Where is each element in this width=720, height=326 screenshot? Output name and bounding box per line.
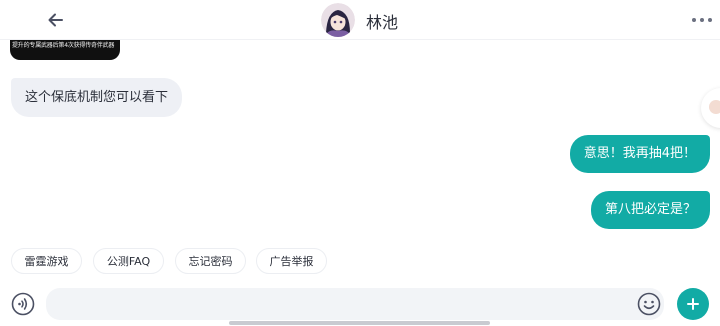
quick-reply-chip[interactable]: 公测FAQ bbox=[93, 248, 164, 274]
input-bar bbox=[0, 283, 720, 326]
home-indicator bbox=[229, 321, 490, 325]
avatar[interactable] bbox=[321, 3, 355, 37]
emoji-button[interactable] bbox=[637, 292, 661, 316]
quick-reply-bar: 雷霆游戏 公测FAQ 忘记密码 广告举报 bbox=[0, 248, 720, 274]
more-horizontal-icon bbox=[692, 18, 696, 22]
message-list[interactable]: 提升的专属武器后第4次获得传奇伴武器 这个保底机制您可以看下 意思！我再抽4把！… bbox=[0, 40, 720, 240]
more-button[interactable] bbox=[690, 10, 714, 30]
voice-icon bbox=[11, 292, 35, 316]
quick-reply-chip[interactable]: 雷霆游戏 bbox=[11, 248, 82, 274]
message-bubble-outgoing[interactable]: 意思！我再抽4把！ bbox=[569, 135, 710, 173]
add-button[interactable] bbox=[677, 288, 709, 320]
back-button[interactable] bbox=[44, 8, 68, 32]
voice-button[interactable] bbox=[11, 292, 35, 316]
image-caption: 提升的专属武器后第4次获得传奇伴武器 bbox=[12, 42, 115, 49]
message-bubble-outgoing[interactable]: 第八把必定是？ bbox=[590, 191, 710, 229]
quick-reply-chip[interactable]: 广告举报 bbox=[256, 248, 327, 274]
chat-header: 林池 bbox=[0, 0, 720, 40]
emoji-icon bbox=[637, 292, 661, 316]
image-message[interactable]: 提升的专属武器后第4次获得传奇伴武器 bbox=[10, 40, 120, 60]
message-bubble-incoming[interactable]: 这个保底机制您可以看下 bbox=[11, 78, 183, 117]
quick-reply-chip[interactable]: 忘记密码 bbox=[175, 248, 246, 274]
assistant-icon bbox=[709, 100, 720, 114]
arrow-left-icon bbox=[48, 13, 63, 27]
message-input[interactable] bbox=[46, 288, 664, 320]
page-title: 林池 bbox=[366, 13, 399, 32]
